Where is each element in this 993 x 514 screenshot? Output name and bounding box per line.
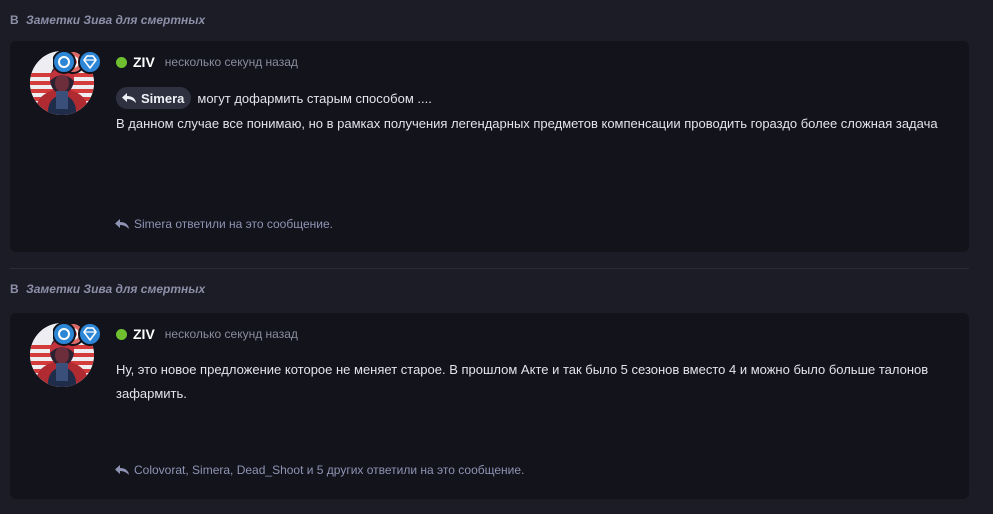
timestamp[interactable]: несколько секунд назад [165, 327, 298, 341]
message-header: ZIV несколько секунд назад [116, 54, 298, 70]
message-body: В данном случае все понимаю, но в рамках… [116, 116, 938, 131]
avatar[interactable] [30, 50, 102, 115]
author-name[interactable]: ZIV [133, 54, 155, 70]
reply-arrow-icon [122, 93, 136, 103]
online-status-icon [116, 56, 127, 68]
reply-arrow-icon [115, 465, 129, 475]
reply-quote: Simera могут дофармить старым способом .… [116, 87, 432, 109]
mention-chip[interactable]: Simera [116, 87, 192, 109]
message-card: ZIV несколько секунд назад Ну, это новое… [10, 313, 969, 499]
breadcrumb[interactable]: В Заметки Зива для смертных [10, 282, 205, 296]
author-name[interactable]: ZIV [133, 326, 155, 342]
reply-arrow-icon [115, 219, 129, 229]
replies-text: Simera ответили на это сообщение. [134, 217, 333, 231]
message-card: ZIV несколько секунд назад Simera могут … [10, 41, 969, 252]
mention-name: Simera [141, 90, 185, 106]
online-status-icon [116, 328, 127, 340]
breadcrumb-prefix: В [10, 13, 19, 27]
replies-summary[interactable]: Simera ответили на это сообщение. [114, 217, 333, 231]
breadcrumb[interactable]: В Заметки Зива для смертных [10, 13, 205, 27]
badge-icons[interactable] [53, 321, 105, 347]
divider [10, 268, 969, 269]
breadcrumb-prefix: В [10, 282, 19, 296]
message-body: Ну, это новое предложение которое не мен… [116, 362, 929, 401]
replies-text: Colovorat, Simera, Dead_Shoot и 5 других… [134, 463, 525, 477]
breadcrumb-topic-link[interactable]: Заметки Зива для смертных [26, 282, 205, 296]
replies-summary[interactable]: Colovorat, Simera, Dead_Shoot и 5 других… [114, 463, 524, 477]
avatar[interactable] [30, 322, 102, 387]
badge-icons[interactable] [53, 49, 105, 75]
timestamp[interactable]: несколько секунд назад [165, 55, 298, 69]
message-header: ZIV несколько секунд назад [116, 326, 298, 342]
quoted-text[interactable]: могут дофармить старым способом .... [197, 91, 431, 106]
breadcrumb-topic-link[interactable]: Заметки Зива для смертных [26, 13, 205, 27]
